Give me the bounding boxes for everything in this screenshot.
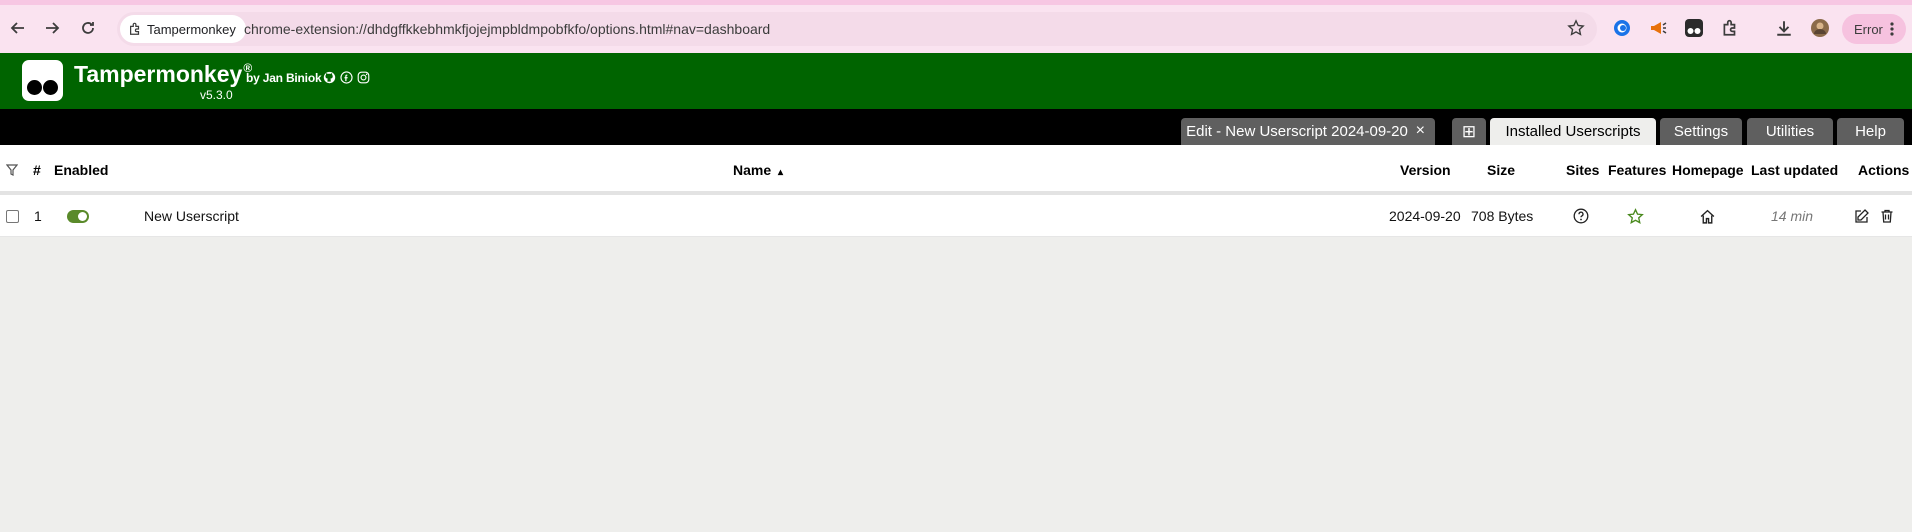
reload-icon — [82, 22, 94, 34]
extension-puzzle-icon — [130, 22, 140, 35]
enabled-toggle[interactable] — [67, 210, 89, 223]
profile-avatar[interactable] — [1809, 17, 1831, 39]
homepage-house-icon[interactable] — [1697, 206, 1717, 226]
site-info-chip[interactable]: Tampermonkey — [120, 15, 246, 43]
last-updated-value: 14 min — [1771, 208, 1814, 224]
column-name[interactable]: Name ▴ — [733, 162, 783, 178]
browser-toolbar: Tampermonkey chrome-extension://dhdgffkk… — [0, 0, 1912, 53]
toolbar-accent — [0, 0, 1912, 5]
sort-ascending-icon: ▴ — [778, 167, 784, 178]
bookmark-star-icon[interactable] — [1567, 19, 1585, 42]
edit-script-icon[interactable] — [1852, 206, 1872, 226]
extension-blue-icon[interactable] — [1611, 17, 1633, 39]
app-title: Tampermonkey® — [74, 61, 252, 88]
close-tab-icon[interactable]: × — [1416, 122, 1425, 140]
app-version: v5.3.0 — [200, 88, 233, 102]
tab-installed-label: Installed Userscripts — [1505, 123, 1641, 140]
address-bar[interactable]: Tampermonkey chrome-extension://dhdgffkk… — [117, 12, 1597, 46]
tabs-bar: Edit - New Userscript 2024-09-20 × ⊞ Ins… — [0, 109, 1912, 145]
row-number: 1 — [34, 208, 42, 224]
github-icon[interactable] — [322, 70, 336, 84]
tab-settings-label: Settings — [1673, 123, 1729, 140]
row-select-checkbox[interactable] — [6, 210, 19, 223]
megaphone-extension-icon[interactable] — [1647, 17, 1669, 39]
tampermonkey-logo-icon — [22, 60, 63, 101]
tab-edit-script-label: Edit - New Userscript 2024-09-20 — [1186, 123, 1408, 140]
error-label: Error — [1854, 21, 1883, 37]
app-title-text: Tampermonkey — [74, 61, 243, 87]
column-sites[interactable]: Sites — [1566, 162, 1599, 178]
reload-button[interactable] — [75, 15, 101, 41]
column-features[interactable]: Features — [1608, 162, 1666, 178]
profile-error-button[interactable]: Error — [1842, 14, 1906, 44]
filter-icon[interactable] — [5, 163, 19, 179]
column-version[interactable]: Version — [1400, 162, 1451, 178]
tab-utilities[interactable]: Utilities — [1747, 118, 1833, 145]
features-star-icon[interactable] — [1625, 206, 1645, 226]
forward-button[interactable] — [39, 15, 65, 41]
add-script-icon: ⊞ — [1461, 121, 1477, 141]
column-actions: Actions — [1858, 162, 1910, 178]
script-size: 708 Bytes — [1471, 208, 1534, 224]
tampermonkey-header: Tampermonkey® v5.3.0 by Jan Biniok — [0, 53, 1912, 109]
column-last-updated[interactable]: Last updated — [1751, 162, 1838, 178]
column-homepage[interactable]: Homepage — [1672, 162, 1744, 178]
column-name-label: Name — [733, 162, 772, 178]
tab-help[interactable]: Help — [1837, 118, 1904, 145]
tab-help-label: Help — [1855, 123, 1886, 140]
extensions-puzzle-icon[interactable] — [1719, 17, 1741, 39]
downloads-icon[interactable] — [1773, 17, 1795, 39]
site-chip-label: Tampermonkey — [147, 21, 236, 37]
instagram-icon[interactable] — [356, 70, 370, 84]
column-size[interactable]: Size — [1487, 162, 1515, 178]
delete-script-icon[interactable] — [1877, 206, 1897, 226]
sites-question-icon[interactable] — [1571, 206, 1591, 226]
social-links — [322, 70, 370, 84]
facebook-icon[interactable] — [339, 70, 353, 84]
column-enabled[interactable]: Enabled — [54, 162, 108, 178]
script-name-link[interactable]: New Userscript — [144, 208, 239, 224]
script-version: 2024-09-20 — [1389, 208, 1461, 224]
tab-installed-userscripts[interactable]: Installed Userscripts — [1490, 118, 1656, 145]
back-button[interactable] — [5, 15, 31, 41]
tab-utilities-label: Utilities — [1765, 123, 1815, 140]
kebab-menu-icon — [1890, 22, 1894, 36]
forward-arrow-icon — [46, 22, 60, 34]
column-num[interactable]: # — [33, 162, 41, 178]
back-arrow-icon — [10, 22, 24, 34]
tab-settings[interactable]: Settings — [1660, 118, 1742, 145]
table-row: 1 New Userscript 2024-09-20 708 Bytes 14… — [0, 195, 1912, 237]
tampermonkey-extension-icon[interactable] — [1683, 17, 1705, 39]
tab-new-script[interactable]: ⊞ — [1452, 118, 1486, 145]
tab-edit-script[interactable]: Edit - New Userscript 2024-09-20 × — [1181, 118, 1435, 145]
userscripts-table: # Enabled Name ▴ Version Size Sites Feat… — [0, 145, 1912, 237]
url-text: chrome-extension://dhdgffkkebhmkfjojejmp… — [244, 21, 771, 37]
author-byline: by Jan Biniok — [246, 71, 322, 85]
table-header: # Enabled Name ▴ Version Size Sites Feat… — [0, 145, 1912, 195]
